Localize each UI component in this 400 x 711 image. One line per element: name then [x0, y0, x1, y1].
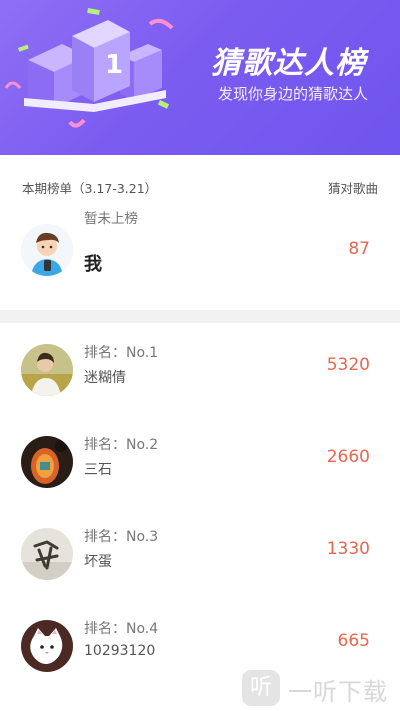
user-avatar — [21, 528, 73, 580]
user-avatar — [21, 436, 73, 488]
my-score: 87 — [348, 239, 370, 259]
leaderboard-banner: 1 猜歌达人榜 发现你身边的猜歌达人 — [0, 0, 400, 155]
page-subtitle: 发现你身边的猜歌达人 — [217, 85, 368, 103]
rank-status: 暂未上榜 — [84, 211, 138, 227]
page-title: 猜歌达人榜 — [211, 46, 366, 81]
rank-label: 排名：No.4 — [84, 621, 159, 637]
user-avatar — [21, 344, 73, 396]
period-label: 本期榜单（3.17-3.21） — [22, 181, 158, 196]
section-divider — [0, 310, 400, 323]
user-name: 三石 — [84, 462, 112, 478]
user-name: 坏蛋 — [84, 554, 112, 570]
watermark-logo-icon: 听 — [242, 670, 280, 706]
score-column-label: 猜对歌曲 — [327, 181, 378, 196]
list-item[interactable]: 排名：No.3 坏蛋 1330 — [0, 518, 400, 610]
rank-label: 排名：No.1 — [84, 345, 159, 361]
watermark-text: 一听下载 — [288, 678, 388, 706]
my-name: 我 — [84, 254, 102, 275]
user-name: 10293120 — [84, 643, 156, 659]
watermark: 听 一听下载 — [242, 666, 400, 710]
my-ranking-row[interactable]: 暂未上榜 我 87 — [0, 200, 400, 300]
cat-avatar — [21, 620, 73, 672]
rank-label: 排名：No.2 — [84, 437, 159, 453]
user-score: 5320 — [326, 355, 370, 375]
boy-with-phone-avatar — [21, 224, 73, 276]
user-name: 迷糊倩 — [84, 370, 126, 386]
user-score: 665 — [337, 631, 370, 651]
leaderboard-header: 本期榜单（3.17-3.21） 猜对歌曲 — [0, 170, 400, 200]
podium-number: 1 — [105, 50, 124, 80]
rank-label: 排名：No.3 — [84, 529, 159, 545]
list-item[interactable]: 排名：No.2 三石 2660 — [0, 426, 400, 518]
podium-illustration — [4, 7, 174, 128]
user-score: 1330 — [326, 539, 370, 559]
list-item[interactable]: 排名：No.1 迷糊倩 5320 — [0, 334, 400, 426]
user-score: 2660 — [326, 447, 370, 467]
